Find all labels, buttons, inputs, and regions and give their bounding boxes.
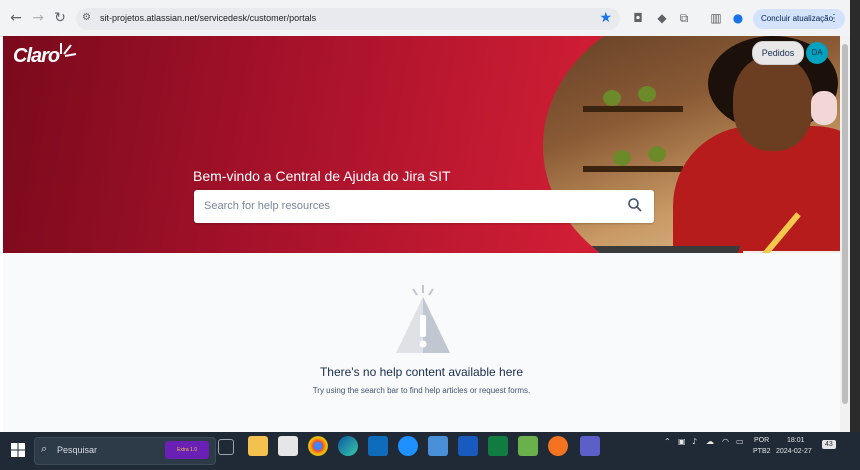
empty-state-area: There's no help content available here T… (3, 253, 840, 432)
language-bottom[interactable]: PTB2 (753, 448, 771, 455)
search-placeholder: Search for help resources (204, 200, 330, 212)
tray-chevron-icon[interactable]: ⌃ (664, 437, 671, 446)
outlook-icon[interactable] (368, 436, 388, 456)
camera-icon[interactable]: ◘ (630, 10, 646, 26)
browser-window: ← → ↻ ⚙ sit-projetos.atlassian.net/servi… (0, 0, 850, 432)
excel-icon[interactable] (488, 436, 508, 456)
word-icon[interactable] (458, 436, 478, 456)
snipping-tool-icon[interactable] (428, 436, 448, 456)
clock-date[interactable]: 2024-02-27 (776, 448, 812, 455)
update-button[interactable]: Concluir atualização ⋮ (753, 9, 845, 29)
hero-banner: Claro Bem-vindo a Central de Ajuda do Ji… (3, 36, 840, 253)
browser-toolbar: ← → ↻ ⚙ sit-projetos.atlassian.net/servi… (0, 0, 850, 37)
search-icon: ⌕ (41, 442, 48, 455)
speaker-icon[interactable]: ♪ (692, 437, 697, 446)
tray-device-icon[interactable]: ▣ (678, 437, 686, 446)
language-top[interactable]: POR (754, 437, 769, 444)
microsoft-store-icon[interactable] (278, 436, 298, 456)
file-explorer-icon[interactable] (248, 436, 268, 456)
wifi-icon[interactable]: ◠ (722, 437, 729, 446)
help-search-input[interactable]: Search for help resources (194, 190, 654, 223)
page-scrollbar[interactable] (840, 36, 850, 432)
empty-state-subtitle: Try using the search bar to find help ar… (312, 386, 531, 395)
notification-badge[interactable]: 43 (822, 440, 836, 449)
internet-explorer-icon[interactable] (398, 436, 418, 456)
welcome-title: Bem-vindo a Central de Ajuda do Jira SIT (193, 168, 451, 184)
search-icon[interactable] (626, 196, 644, 214)
window-edge (850, 0, 860, 432)
pedidos-button[interactable]: Pedidos (752, 41, 804, 65)
taskbar-search[interactable]: ⌕ Pesquisar Extra 1.0 (34, 437, 216, 465)
bookmark-star-icon[interactable]: ★ (599, 10, 612, 26)
chrome-icon[interactable] (308, 436, 328, 456)
address-bar[interactable]: ⚙ sit-projetos.atlassian.net/servicedesk… (76, 8, 620, 30)
teams-icon[interactable] (580, 436, 600, 456)
battery-icon[interactable]: ▭ (736, 437, 744, 446)
database-tool-icon[interactable] (518, 436, 538, 456)
url-text[interactable]: sit-projetos.atlassian.net/servicedesk/c… (100, 13, 316, 23)
empty-state-title: There's no help content available here (319, 365, 524, 379)
menu-dots-icon[interactable]: ⋮ (829, 9, 839, 29)
forward-icon[interactable]: → (29, 9, 47, 27)
clock-time[interactable]: 18:01 (787, 437, 805, 444)
reload-icon[interactable]: ↻ (51, 9, 69, 27)
app-orange-icon[interactable] (548, 436, 568, 456)
windows-start-icon[interactable] (11, 443, 25, 457)
extension-diamond-icon[interactable]: ◆ (654, 10, 670, 26)
task-view-icon[interactable] (218, 439, 234, 455)
cloud-icon[interactable]: ☁ (706, 437, 714, 446)
avatar[interactable]: DA (806, 42, 828, 64)
scrollbar-thumb[interactable] (842, 44, 848, 404)
claro-logo-rays-icon (60, 43, 77, 57)
warning-icon (396, 285, 450, 353)
back-icon[interactable]: ← (7, 9, 25, 27)
profile-icon[interactable]: ● (730, 10, 746, 26)
taskbar-search-label: Pesquisar (57, 445, 98, 455)
claro-logo[interactable]: Claro (13, 45, 60, 68)
search-promo-badge[interactable]: Extra 1.0 (165, 441, 209, 459)
update-button-label: Concluir atualização (761, 14, 834, 23)
edge-icon[interactable] (338, 436, 358, 456)
extensions-puzzle-icon[interactable]: ⧉ (676, 10, 692, 26)
site-info-icon[interactable]: ⚙ (82, 12, 91, 23)
side-panel-icon[interactable]: ▥ (708, 10, 724, 26)
